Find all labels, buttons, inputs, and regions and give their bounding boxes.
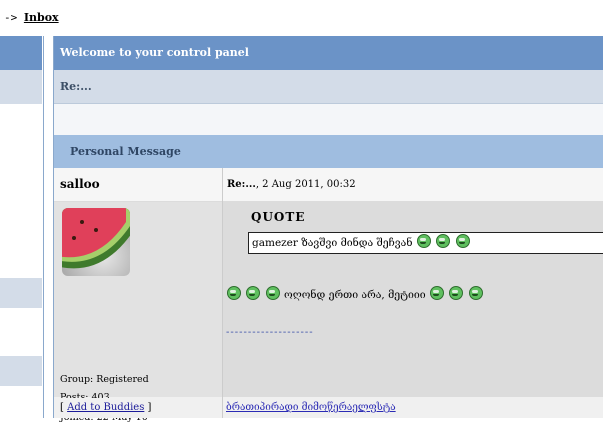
signature-divider: -------------------- — [226, 327, 314, 338]
bracket-open: [ — [60, 402, 64, 413]
smiley-icon — [429, 286, 444, 300]
smiley-icon — [436, 234, 451, 248]
section-header: Personal Message — [54, 135, 603, 168]
user-group: Group: Registered — [60, 374, 149, 385]
author-name[interactable]: salloo — [60, 168, 100, 201]
breadcrumb-arrow: -> — [4, 11, 18, 24]
panel-subheader: Re:... — [54, 70, 603, 104]
reply-text: ოღონდ ერთი არა, მეტიიი — [284, 289, 426, 301]
message-date: , 2 Aug 2011, 00:32 — [255, 179, 356, 190]
add-to-buddies-link[interactable]: Add to Buddies — [67, 402, 144, 413]
author-info-panel: Group: Registered Posts: 403 Joined: 22-… — [54, 202, 222, 423]
quote-text: gamezer ზავშვი მინდა შეჩვან — [252, 237, 413, 249]
message-meta: Re:..., 2 Aug 2011, 00:32 — [227, 168, 356, 201]
smiley-icon — [265, 286, 280, 300]
control-panel: Welcome to your control panel Re:... Per… — [53, 36, 603, 423]
bracket-close: ] — [147, 402, 152, 413]
message-body: QUOTE gamezer ზავშვი მინდა შეჩვან ოღონდ … — [223, 202, 603, 397]
smiley-icon — [468, 286, 483, 300]
smiley-icon — [227, 286, 241, 300]
sidebar-header — [0, 36, 42, 70]
watermelon-avatar-icon — [62, 208, 130, 276]
panel-header: Welcome to your control panel — [54, 36, 603, 70]
breadcrumb-inbox-link[interactable]: Inbox — [24, 11, 59, 24]
message-subject: Re:... — [227, 179, 256, 190]
breadcrumb: -> Inbox — [4, 11, 59, 24]
sidebar-subheader — [0, 70, 42, 104]
message-footer: ბრათიპირადი მიმოწერაელფსტა — [223, 398, 603, 418]
author-actions: [ Add to Buddies ] — [54, 398, 222, 418]
panel-spacer — [54, 104, 603, 135]
message-header-row: salloo Re:..., 2 Aug 2011, 00:32 — [54, 168, 603, 202]
smiley-icon — [416, 234, 431, 248]
avatar[interactable] — [62, 208, 130, 276]
quote-box: gamezer ზავშვი მინდა შეჩვან — [248, 232, 603, 254]
reply-line: ოღონდ ერთი არა, მეტიიი — [226, 286, 484, 301]
smiley-icon — [246, 286, 261, 300]
smiley-icon — [449, 286, 464, 300]
sidebar-section-band — [0, 356, 42, 386]
quote-label: QUOTE — [251, 210, 306, 224]
smiley-icon — [455, 234, 470, 248]
sidebar-section-band — [0, 278, 42, 308]
signature-link[interactable]: ბრათიპირადი მიმოწერაელფსტა — [223, 402, 396, 413]
left-sidebar — [0, 36, 44, 418]
